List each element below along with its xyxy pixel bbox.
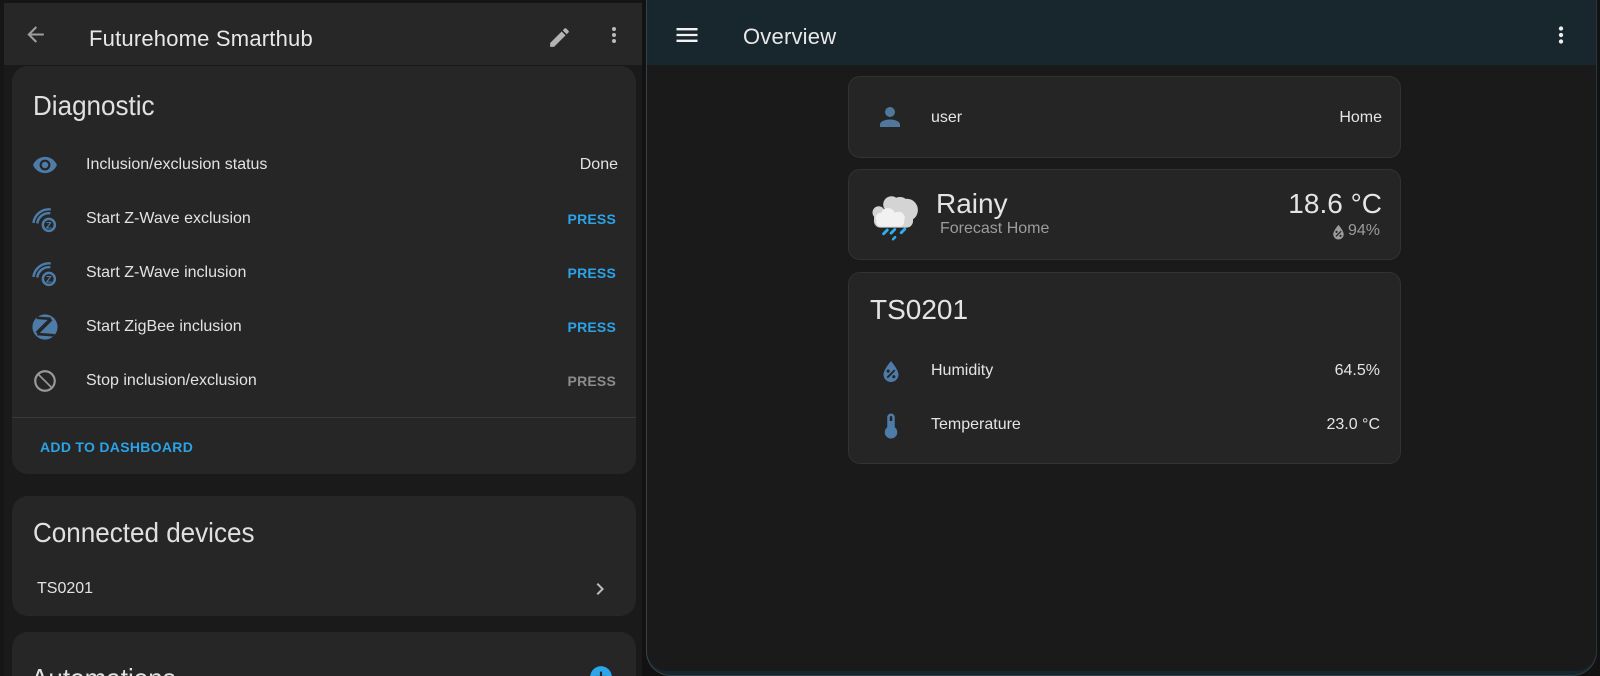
svg-text:Z: Z xyxy=(46,274,52,285)
svg-text:Z: Z xyxy=(46,220,52,231)
